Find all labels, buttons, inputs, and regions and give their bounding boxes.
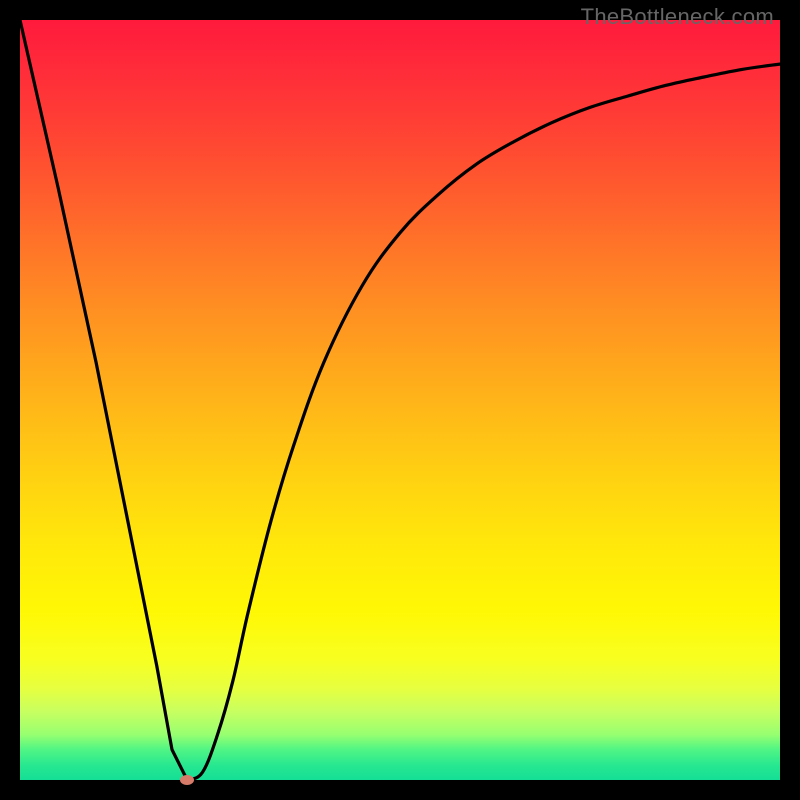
watermark-text: TheBottleneck.com — [581, 4, 774, 30]
plot-area — [20, 20, 780, 780]
chart-frame: TheBottleneck.com — [0, 0, 800, 800]
minimum-marker — [180, 775, 194, 785]
curve-svg — [20, 20, 780, 780]
curve-path — [20, 20, 780, 780]
